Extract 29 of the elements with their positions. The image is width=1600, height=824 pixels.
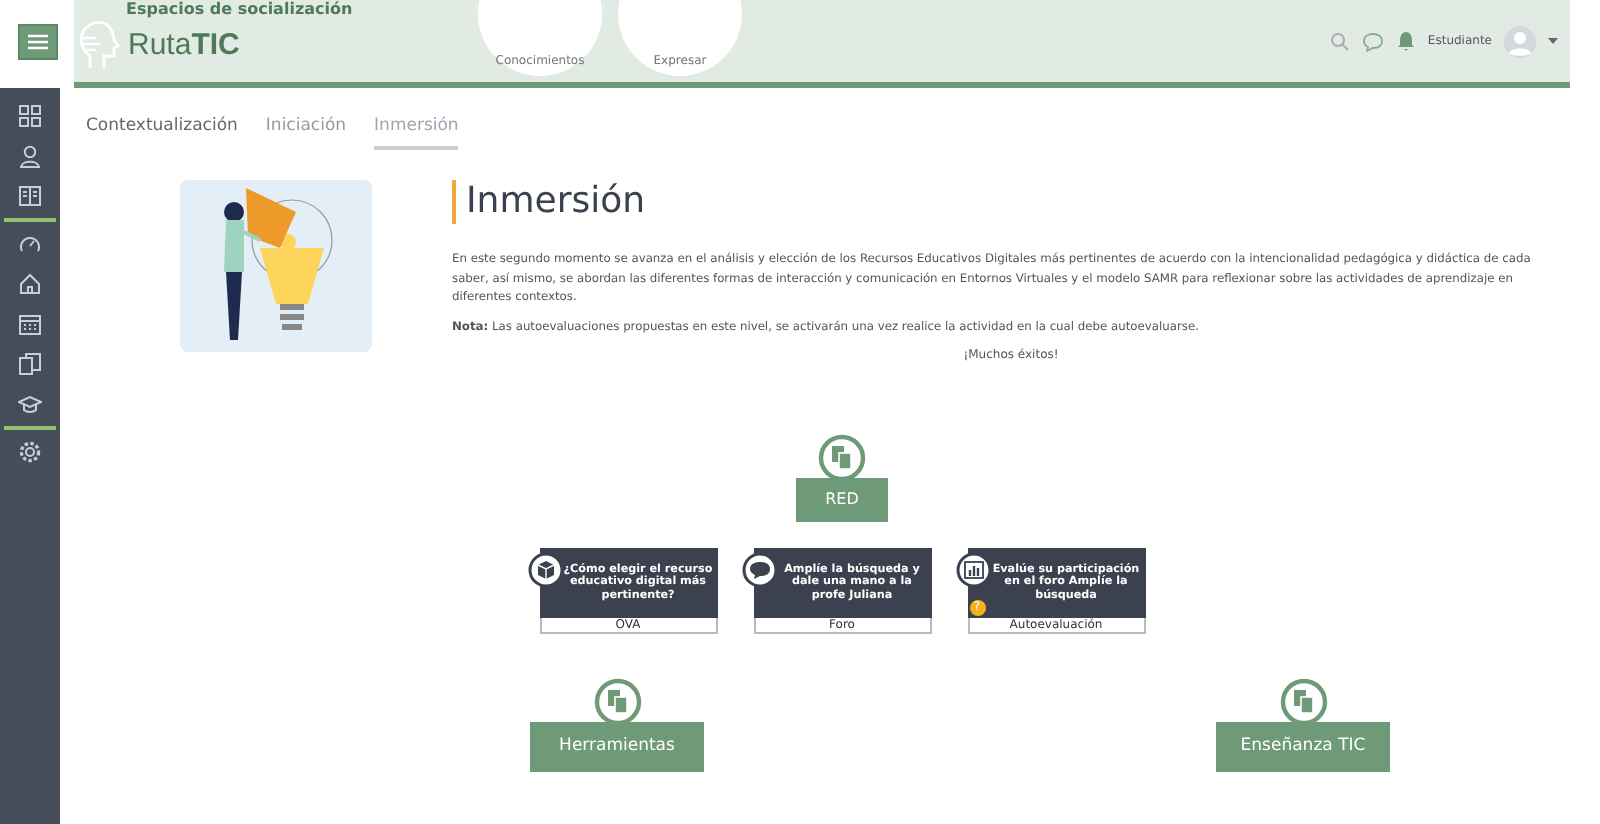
documents-icon [1279, 678, 1327, 726]
page-title: Inmersión [452, 180, 1570, 224]
gear-icon[interactable] [18, 440, 42, 464]
box-icon [527, 552, 563, 588]
documents-icon [818, 434, 866, 482]
topic-node[interactable]: RED [796, 478, 888, 522]
gauge-icon[interactable] [18, 232, 42, 256]
section-title: Espacios de socialización [126, 0, 355, 19]
home-icon[interactable] [18, 272, 42, 296]
speech-bubble-icon [741, 552, 777, 588]
head-profile-logo-icon [78, 19, 122, 71]
bell-icon[interactable] [1395, 30, 1416, 52]
topic-node[interactable]: Herramientas [530, 722, 704, 772]
menu-icon [27, 34, 47, 50]
documents-icon [593, 678, 641, 726]
grid-icon[interactable] [18, 104, 42, 128]
graduation-cap-icon[interactable] [18, 392, 42, 416]
documents-icon[interactable] [18, 352, 42, 376]
caret-icon[interactable] [1548, 37, 1558, 45]
tab[interactable]: Inmersión [374, 116, 459, 150]
tab[interactable]: Contextualización [86, 116, 238, 146]
menu-button[interactable] [17, 24, 57, 60]
bar-chart-icon [955, 552, 991, 588]
brand-logo-text: RutaTIC [128, 28, 240, 62]
person-icon[interactable] [18, 144, 42, 168]
calendar-icon[interactable] [18, 312, 42, 336]
topic-node[interactable]: Enseñanza TIC [1216, 722, 1390, 772]
book-icon[interactable] [18, 184, 42, 208]
tab[interactable]: Iniciación [265, 116, 347, 146]
